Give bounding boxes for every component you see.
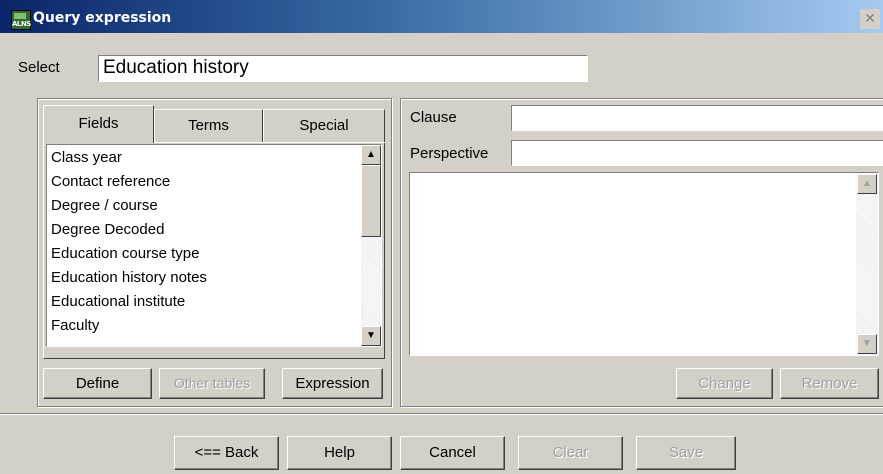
select-input[interactable]: Education history	[98, 55, 588, 82]
scroll-up-arrow-icon[interactable]: ▲	[857, 174, 877, 194]
fields-scrollbar[interactable]: ▲ ▼	[361, 145, 381, 346]
scroll-down-arrow-icon[interactable]: ▼	[361, 326, 381, 346]
back-button[interactable]: <== Back	[174, 436, 279, 470]
window-title: Query expression	[33, 10, 172, 26]
tab-terms[interactable]: Terms	[154, 109, 263, 143]
define-button[interactable]: Define	[43, 368, 152, 399]
list-item[interactable]: Class year	[51, 149, 122, 166]
list-item[interactable]: Degree Decoded	[51, 221, 164, 238]
help-button[interactable]: Help	[287, 436, 392, 470]
cancel-button[interactable]: Cancel	[400, 436, 505, 470]
clear-button[interactable]: Clear	[518, 436, 623, 470]
textarea-scrollbar[interactable]: ▲ ▼	[856, 173, 878, 355]
change-button[interactable]: Change	[676, 368, 773, 399]
expression-textarea[interactable]: ▲ ▼	[409, 172, 879, 356]
expression-button[interactable]: Expression	[282, 368, 383, 399]
scroll-thumb[interactable]	[361, 165, 381, 237]
perspective-input[interactable]	[511, 140, 883, 166]
scroll-down-arrow-icon[interactable]: ▼	[857, 334, 877, 354]
query-expression-window: ALNS Query expression ✕ Select Education…	[0, 0, 883, 474]
list-item[interactable]: Education course type	[51, 245, 199, 262]
list-item[interactable]: Contact reference	[51, 173, 170, 190]
remove-button[interactable]: Remove	[780, 368, 879, 399]
select-label: Select	[18, 59, 60, 76]
scroll-up-arrow-icon[interactable]: ▲	[361, 145, 381, 165]
clause-input[interactable]	[511, 105, 883, 131]
tab-fields[interactable]: Fields	[43, 105, 154, 143]
title-bar[interactable]: ALNS Query expression ✕	[0, 0, 883, 33]
list-item[interactable]: Degree / course	[51, 197, 158, 214]
other-tables-button[interactable]: Other tables	[159, 368, 265, 399]
app-logo-icon: ALNS	[11, 10, 31, 30]
list-item[interactable]: Educational institute	[51, 293, 185, 310]
close-icon[interactable]: ✕	[860, 9, 880, 29]
list-item[interactable]: Faculty	[51, 317, 99, 334]
list-item[interactable]: Education history notes	[51, 269, 207, 286]
footer-separator	[0, 413, 883, 415]
tab-special[interactable]: Special	[263, 109, 385, 143]
perspective-label: Perspective	[410, 145, 489, 162]
fields-listbox[interactable]: Class year Contact reference Degree / co…	[46, 144, 382, 347]
save-button[interactable]: Save	[636, 436, 736, 470]
clause-label: Clause	[410, 109, 457, 126]
